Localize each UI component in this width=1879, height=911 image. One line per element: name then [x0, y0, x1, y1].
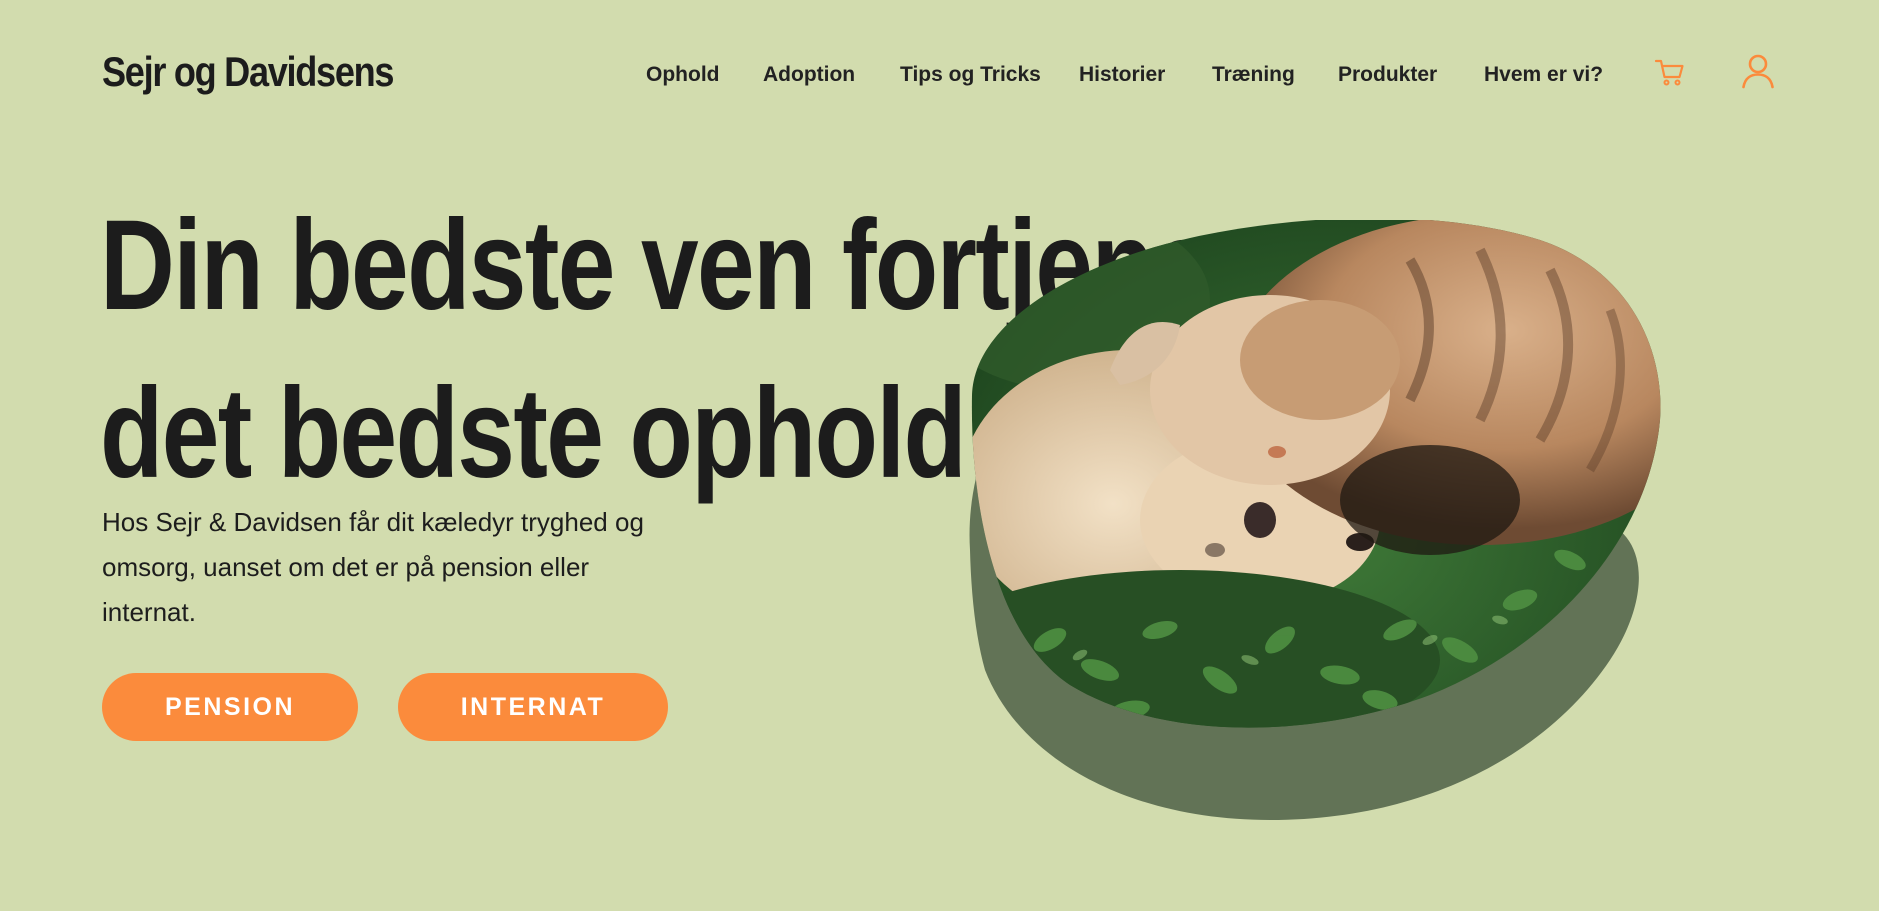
cat-and-dog-photo: [969, 217, 1661, 820]
nav-item-traening[interactable]: Træning: [1212, 60, 1295, 90]
nav-item-adoption[interactable]: Adoption: [763, 60, 855, 90]
user-icon[interactable]: [1741, 53, 1775, 89]
nav-item-produkter[interactable]: Produkter: [1338, 60, 1437, 90]
nav-item-historier[interactable]: Historier: [1079, 60, 1165, 90]
site-header: Sejr og Davidsens Ophold Adoption Tips o…: [0, 0, 1879, 150]
hero-image: [960, 217, 1690, 840]
internat-button[interactable]: INTERNAT: [398, 673, 668, 741]
pension-button[interactable]: PENSION: [102, 673, 358, 741]
main-nav: Ophold Adoption Tips og Tricks Historier…: [0, 60, 1879, 92]
nav-item-hvem-er-vi[interactable]: Hvem er vi?: [1484, 60, 1603, 90]
nav-item-tips-og-tricks[interactable]: Tips og Tricks: [900, 60, 1041, 90]
hero-description: Hos Sejr & Davidsen får dit kæledyr tryg…: [102, 507, 644, 627]
cart-icon[interactable]: [1654, 56, 1686, 88]
nav-item-ophold[interactable]: Ophold: [646, 60, 719, 90]
